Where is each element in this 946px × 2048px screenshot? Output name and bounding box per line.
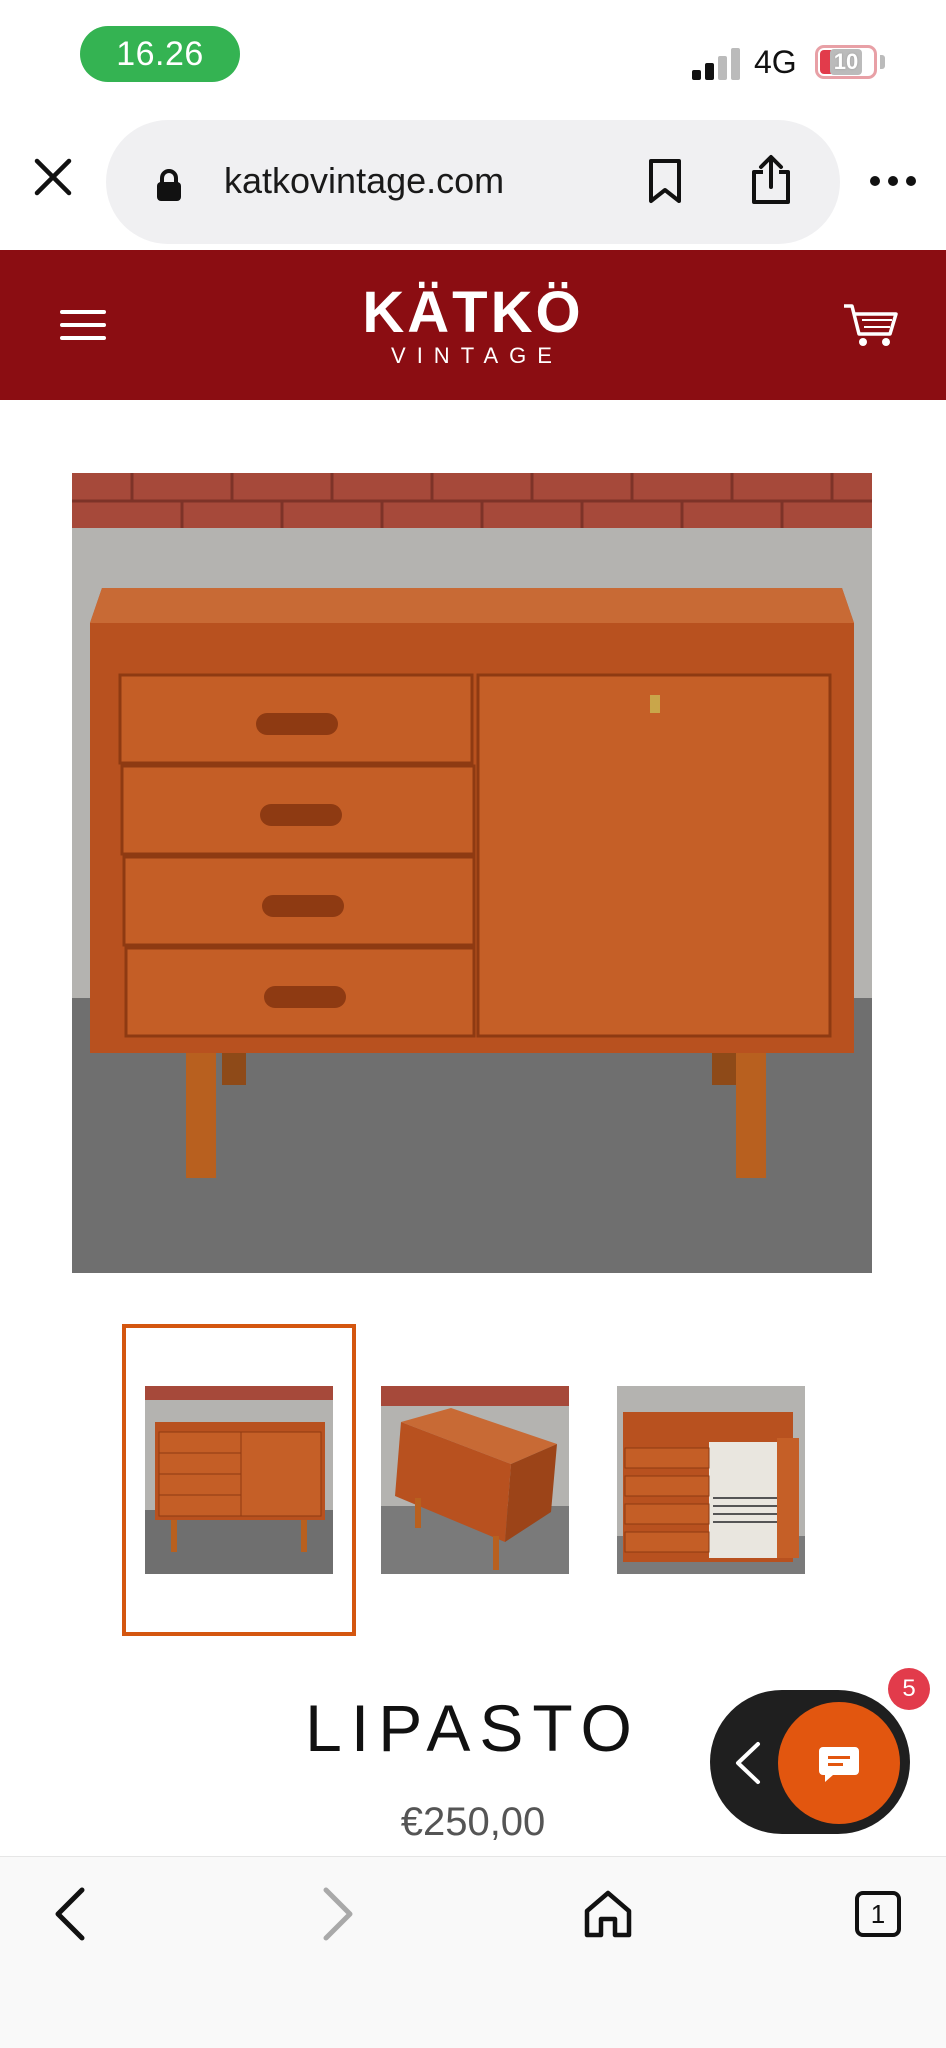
browser-toolbar — [0, 1856, 946, 2048]
signal-icon — [692, 46, 742, 80]
chat-button[interactable] — [778, 1702, 900, 1824]
site-logo[interactable]: KÄTKÖ VINTAGE — [360, 283, 586, 369]
forward-icon — [323, 1887, 353, 1941]
thumbnail-1[interactable] — [145, 1386, 333, 1574]
forward-button[interactable] — [308, 1884, 368, 1944]
chat-icon — [819, 1747, 859, 1782]
more-icon[interactable] — [868, 166, 918, 196]
bookmark-icon[interactable] — [646, 158, 684, 204]
thumbnail-2[interactable] — [381, 1386, 569, 1574]
product-main-image[interactable] — [72, 473, 872, 1273]
close-button[interactable] — [28, 152, 78, 202]
battery-icon: 10 — [815, 45, 877, 79]
status-bar: 16.26 4G 10 — [0, 0, 946, 110]
lock-icon — [157, 169, 181, 201]
back-icon — [55, 1887, 85, 1941]
tabs-button[interactable]: 1 — [848, 1884, 908, 1944]
battery-level: 10 — [829, 49, 863, 75]
chevron-left-icon[interactable] — [730, 1738, 766, 1788]
home-button[interactable] — [578, 1884, 638, 1944]
cart-icon[interactable] — [842, 302, 900, 348]
logo-main: KÄTKÖ — [362, 280, 584, 345]
back-button[interactable] — [40, 1884, 100, 1944]
tabs-icon: 1 — [855, 1891, 901, 1937]
logo-sub: VINTAGE — [391, 343, 563, 368]
home-icon — [584, 1890, 632, 1938]
url-text[interactable]: katkovintage.com — [224, 160, 504, 202]
close-icon — [34, 158, 72, 196]
share-icon[interactable] — [748, 154, 794, 206]
thumbnail-3[interactable] — [617, 1386, 805, 1574]
status-time: 16.26 — [80, 26, 240, 82]
network-label: 4G — [754, 44, 797, 80]
menu-icon[interactable] — [60, 310, 106, 342]
chat-badge: 5 — [888, 1668, 930, 1710]
